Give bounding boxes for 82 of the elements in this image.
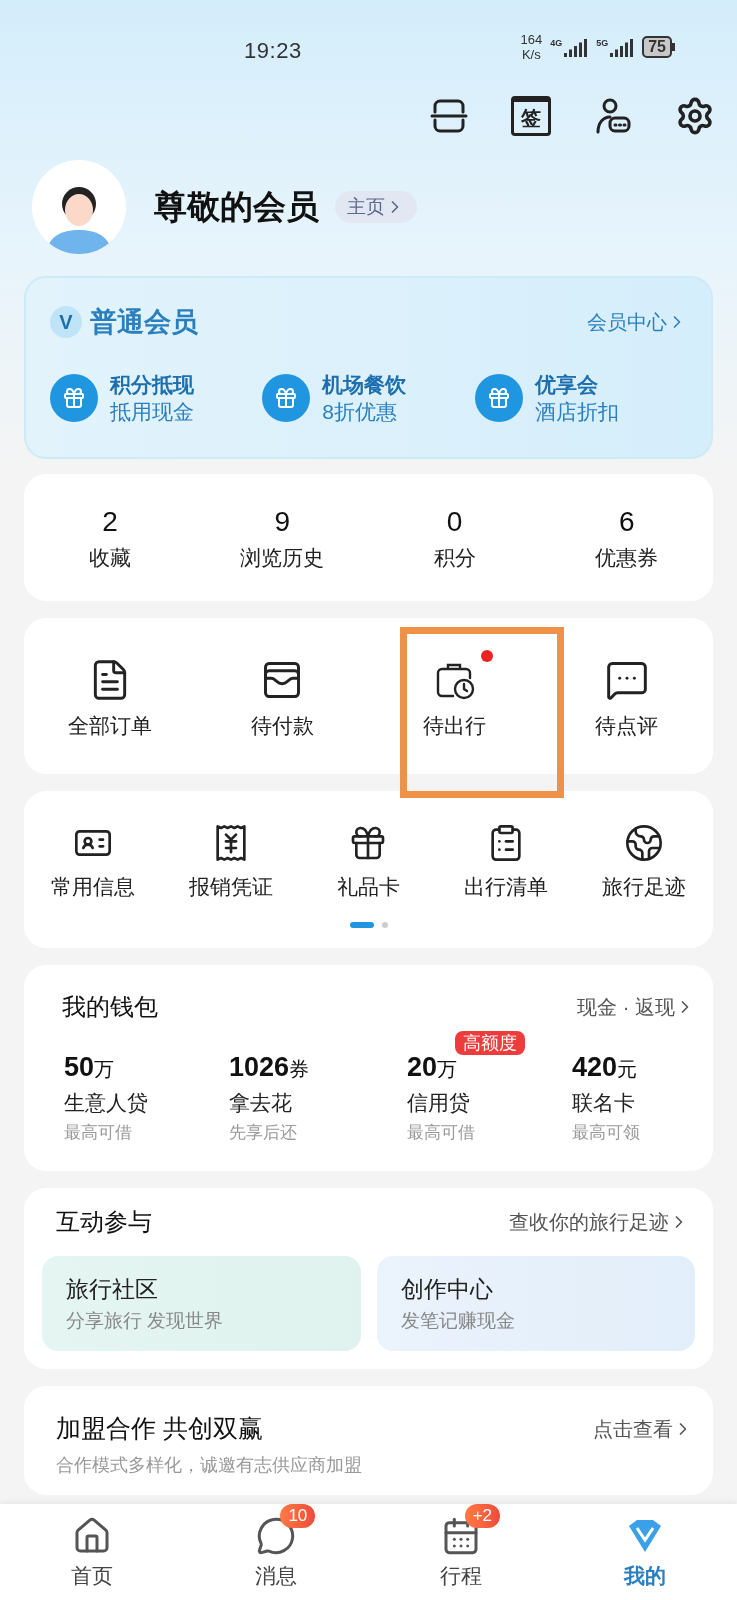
tab[interactable]: +2 行程: [368, 1504, 553, 1600]
tool-label: 出行清单: [464, 873, 549, 900]
perk-title: 优享会: [534, 371, 599, 398]
wallet-label: 拿去花: [229, 1090, 293, 1116]
tool-shortcut[interactable]: 礼品卡: [299, 822, 438, 902]
tile-subtitle: 发笔记赚现金: [400, 1308, 516, 1333]
member-badge: V: [50, 306, 82, 339]
stat-value[interactable]: 6: [619, 501, 635, 542]
order-shortcut[interactable]: 待点评: [540, 642, 713, 750]
franchise-title: 加盟合作 共创双赢: [56, 1413, 263, 1444]
tool-label: 礼品卡: [337, 873, 400, 900]
order-label: 全部订单: [68, 713, 153, 739]
wallet-amount: 1026券: [229, 1051, 311, 1084]
status-time: 19:23: [244, 37, 302, 65]
franchise-subtitle: 合作模式多样化，诚邀有志供应商加盟: [56, 1453, 363, 1477]
count-badge: +2: [464, 1504, 500, 1528]
perk-title: 机场餐饮: [322, 371, 407, 398]
perk-subtitle: 抵用现金: [110, 398, 194, 425]
battery-indicator: 75: [642, 36, 672, 58]
stat-label[interactable]: 收藏: [89, 541, 132, 573]
wallet-item[interactable]: 420元 联名卡 最高可领: [572, 1049, 673, 1147]
stat-label[interactable]: 优惠券: [595, 541, 659, 573]
stat-label[interactable]: 积分: [433, 541, 476, 573]
feature-tile[interactable]: 创作中心 发笔记赚现金: [376, 1256, 695, 1351]
section-title: 互动参与: [56, 1207, 152, 1237]
tool-shortcut[interactable]: 常用信息: [24, 822, 162, 902]
globe-icon: [624, 822, 665, 863]
sign-in-calendar-icon[interactable]: 签: [511, 96, 551, 136]
wallet-title: 我的钱包: [62, 992, 158, 1022]
signal-icon: [610, 37, 635, 57]
wallet-label: 联名卡: [572, 1090, 636, 1116]
wallet-item[interactable]: 50万 生意人贷 最高可借: [64, 1049, 229, 1147]
network-speed: 164 K/s: [520, 32, 543, 62]
member-level: 普通会员: [90, 306, 198, 339]
cash-back-link[interactable]: 现金 · 返现: [577, 992, 695, 1022]
order-label: 待点评: [595, 713, 659, 739]
wallet-note: 最高可领: [572, 1122, 641, 1144]
tool-shortcut[interactable]: 旅行足迹: [575, 822, 713, 902]
wallet-amount: 420元: [572, 1051, 639, 1084]
stat-value[interactable]: 0: [446, 501, 463, 542]
member-name: 尊敬的会员: [154, 187, 319, 228]
wallet-label: 生意人贷: [64, 1090, 149, 1116]
order-shortcut[interactable]: 待付款: [196, 642, 369, 750]
wallet-note: 最高可借: [407, 1122, 476, 1144]
tool-label: 报销凭证: [188, 873, 273, 900]
order-label: 待付款: [250, 713, 314, 739]
tool-label: 旅行足迹: [602, 873, 687, 900]
tag: 高额度: [455, 1031, 525, 1055]
perk-subtitle: 酒店折扣: [534, 398, 619, 425]
stat-value[interactable]: 2: [102, 501, 118, 542]
network-type: 4G: [550, 37, 563, 50]
signal-icon: [564, 37, 589, 57]
settings-icon[interactable]: [675, 96, 715, 136]
tab[interactable]: 我的: [552, 1504, 737, 1600]
tile-subtitle: 分享旅行 发现世界: [66, 1308, 225, 1333]
perk-title: 积分抵现: [110, 371, 194, 398]
wallet-note: 最高可借: [64, 1122, 133, 1144]
feature-tile[interactable]: 旅行社区 分享旅行 发现世界: [42, 1256, 361, 1351]
wallet-label: 信用贷: [407, 1090, 471, 1116]
home-link[interactable]: 主页: [335, 190, 417, 224]
stat-label[interactable]: 浏览历史: [240, 541, 325, 573]
view-link[interactable]: 点击查看: [593, 1413, 693, 1444]
tab[interactable]: 首页: [0, 1504, 185, 1600]
tile-title: 旅行社区: [66, 1275, 159, 1304]
network-type: 5G: [596, 37, 609, 50]
travel-footprint-link[interactable]: 查收你的旅行足迹: [509, 1207, 689, 1237]
wallet-note: 先享后还: [229, 1122, 298, 1144]
member-center-link[interactable]: 会员中心: [587, 307, 687, 338]
order-label: 待出行: [423, 713, 487, 739]
tool-shortcut[interactable]: 报销凭证: [161, 822, 300, 902]
gift-icon: [50, 373, 98, 422]
tile-title: 创作中心: [400, 1275, 494, 1304]
stat-value[interactable]: 9: [274, 501, 291, 542]
tool-shortcut[interactable]: 出行清单: [437, 822, 576, 902]
order-shortcut[interactable]: 全部订单: [24, 642, 197, 750]
wallet-item[interactable]: 1026券 拿去花 先享后还: [229, 1049, 407, 1147]
count-badge: 10: [280, 1504, 316, 1528]
tool-label: 常用信息: [50, 873, 135, 900]
order-shortcut[interactable]: 待出行: [368, 642, 541, 750]
wallet-amount: 50万: [64, 1051, 116, 1084]
perk-subtitle: 8折优惠: [322, 398, 398, 425]
tab[interactable]: 10 消息: [184, 1504, 369, 1600]
